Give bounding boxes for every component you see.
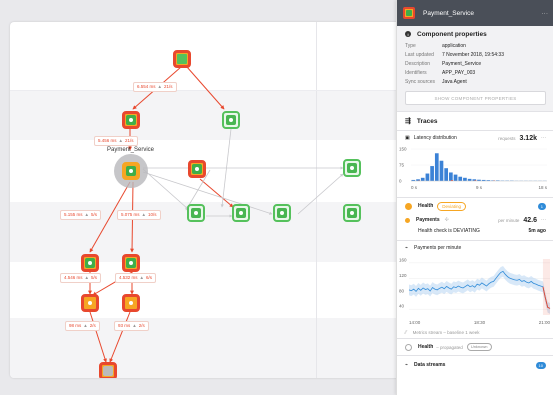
histogram-bar: [434, 153, 439, 181]
service-node[interactable]: [187, 204, 205, 222]
traces-icon: ⇶: [405, 118, 411, 125]
service-node[interactable]: [273, 204, 291, 222]
y-tick-label: 40: [399, 304, 405, 309]
health-count-badge: 1: [537, 202, 546, 210]
check-status-dot: [405, 217, 410, 223]
payments-chart-header: ⌁ Payments per minute: [405, 245, 462, 251]
edge-label: 5.075 ms ▲ 10/s: [117, 210, 161, 220]
histogram-bar: [467, 178, 472, 181]
property-row: Identifiers APP_PAY_003: [405, 70, 476, 76]
health-state-badge: Deviating: [437, 201, 467, 211]
panel-header: Payment_Service ···: [397, 0, 553, 26]
storage-node[interactable]: [99, 362, 117, 378]
y-tick-label: 75: [399, 163, 405, 168]
payment-service-label: Payment_Service: [107, 147, 155, 153]
data-streams-row[interactable]: ⌁ Data streams 10: [397, 356, 553, 374]
more-options-icon[interactable]: ···: [542, 10, 549, 17]
x-tick-label: 21:00: [539, 320, 551, 325]
histogram-bar: [449, 172, 453, 181]
show-component-properties-button[interactable]: SHOW COMPONENT PROPERTIES: [405, 91, 546, 105]
x-tick-label: 18:30: [474, 320, 486, 325]
component-properties-section: i Component properties Type application L…: [397, 26, 553, 111]
x-tick-label: 14:00: [409, 320, 421, 325]
settings-icon[interactable]: ✣: [445, 217, 449, 223]
host-node[interactable]: [122, 294, 140, 312]
histogram-bar: [458, 176, 463, 181]
health-header[interactable]: Health Deviating 1: [397, 198, 553, 214]
baseline-band: [409, 265, 550, 314]
chart-icon: ▣: [405, 135, 410, 141]
data-streams-icon: ⌁: [405, 362, 409, 368]
property-row: Description Payment_Service: [405, 61, 482, 67]
host-node[interactable]: [81, 294, 99, 312]
service-node[interactable]: [188, 160, 206, 178]
metrics-stream-row: ⁄⁄ Metrics stream – baseline 1 week: [405, 329, 480, 336]
health-status-dot: [405, 202, 412, 210]
component-details-panel: Payment_Service ··· i Component properti…: [396, 0, 553, 395]
payment-service-node[interactable]: [122, 162, 140, 180]
histogram-bar: [425, 173, 430, 181]
x-tick-label: 9 s: [476, 185, 483, 190]
panel-title: Payment_Service: [423, 9, 474, 17]
y-tick-label: 160: [399, 257, 407, 262]
traces-header[interactable]: ⇶ Traces: [397, 112, 553, 130]
histogram-bar: [453, 174, 458, 181]
edge-label: 4.546 ms ▲ 5/s: [60, 273, 101, 283]
latency-distribution-chart[interactable]: 150 75 0 0 s 9 s 18 s: [397, 145, 553, 195]
more-options-icon[interactable]: ···: [541, 135, 546, 141]
y-tick-label: 0: [399, 179, 402, 184]
histogram-bar: [439, 160, 444, 181]
histogram-bar: [463, 177, 467, 181]
stream-icon: ⁄⁄: [405, 329, 407, 336]
component-properties-header[interactable]: i Component properties: [397, 26, 553, 42]
property-row: Sync sources Java Agent: [405, 79, 467, 85]
edge-label: 6.554 ms ▲ 21/s: [133, 82, 177, 92]
edge-label: 5.155 ms ▲ 5/s: [60, 210, 101, 220]
edge-label: 5.456 ms ▲ 21/s: [94, 136, 138, 146]
database-node[interactable]: [122, 254, 140, 272]
latency-distribution-row: ▣ Latency distribution requests 3.12k ··…: [405, 134, 546, 142]
database-node[interactable]: [81, 254, 99, 272]
y-tick-label: 150: [399, 147, 407, 152]
y-tick-label: 80: [399, 288, 405, 293]
service-node[interactable]: [232, 204, 250, 222]
health-propagated-row[interactable]: Health – propagated Unknown: [397, 339, 553, 355]
alert-region: [542, 259, 550, 315]
x-tick-label: 0 s: [411, 185, 418, 190]
service-node[interactable]: [343, 159, 361, 177]
histogram-bar: [444, 168, 449, 181]
line-chart-icon: ⌁: [405, 245, 409, 251]
edge-label: 93 ms ▲ 2/s: [114, 321, 149, 331]
x-tick-label: 18 s: [538, 185, 547, 190]
root-service-node[interactable]: [173, 50, 191, 68]
edge-label: 98 ms ▲ 2/s: [65, 321, 100, 331]
health-check-status-row: Health check is DEVIATING 5m ago: [418, 228, 546, 234]
info-icon: i: [405, 31, 411, 37]
service-node[interactable]: [122, 111, 140, 129]
health-unknown-dot: [405, 343, 412, 351]
service-node[interactable]: [222, 111, 240, 129]
payments-check-row[interactable]: Payments ✣ per minute 42.6 ···: [397, 214, 553, 226]
component-status-icon: [403, 7, 415, 19]
more-options-icon[interactable]: ···: [541, 217, 546, 223]
y-tick-label: 120: [399, 273, 407, 278]
service-node[interactable]: [343, 204, 361, 222]
histogram-bar: [430, 166, 434, 181]
data-streams-count-badge: 10: [535, 361, 546, 369]
histogram-bar: [420, 177, 425, 181]
topology-canvas[interactable]: Payment_Service 6.554 ms ▲ 21/s 5.456 ms ▲ 2…: [10, 22, 404, 378]
edge-label: 4.532 ms ▲ 6/s: [115, 273, 156, 283]
property-row: Type application: [405, 43, 466, 49]
property-row: Last updated 7 November 2018, 19:54:33: [405, 52, 504, 58]
payments-per-minute-chart[interactable]: 160 120 80 40 14:00 18:30 21:00: [397, 255, 553, 327]
